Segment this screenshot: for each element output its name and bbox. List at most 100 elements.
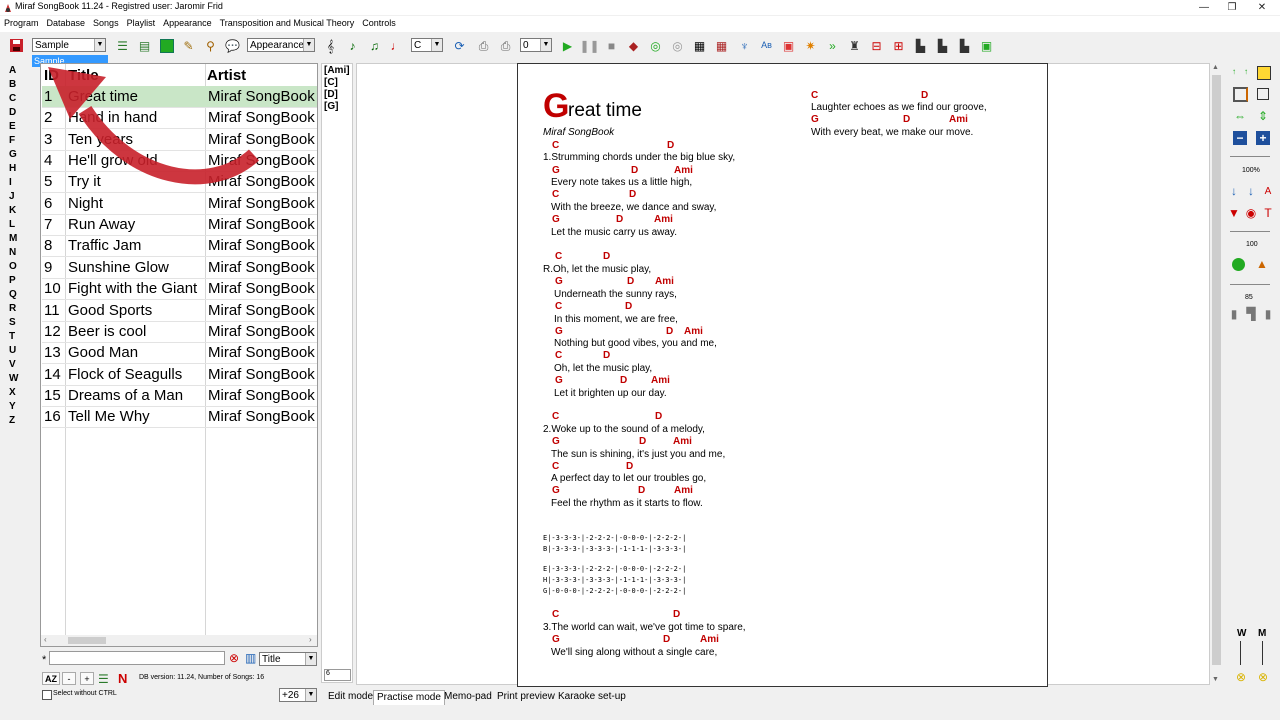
table-row[interactable]: 10 Fight with the Giant Miraf SongBook (42, 278, 317, 301)
decrease-button[interactable]: - (62, 672, 76, 685)
tab-print-preview[interactable]: Print preview (494, 690, 558, 704)
metronome-stand-icon[interactable]: ♜ (846, 37, 863, 54)
letter-w[interactable]: W (9, 373, 18, 384)
scroll-down-fast-icon[interactable]: ↓ (1243, 183, 1259, 199)
letter-i[interactable]: I (9, 177, 12, 188)
frame-alt-icon[interactable] (1255, 86, 1271, 102)
m-clear-icon[interactable]: ⊗ (1255, 669, 1271, 685)
list-detail-icon[interactable]: ▤ (136, 37, 153, 54)
chord-item[interactable]: [G] (324, 101, 338, 112)
letter-b[interactable]: B (9, 79, 16, 90)
green-square-icon[interactable] (158, 37, 175, 54)
grid-icon[interactable]: ▣ (780, 37, 797, 54)
menu-database[interactable]: Database (43, 16, 90, 32)
select-without-ctrl-checkbox[interactable] (42, 690, 52, 700)
chord-item[interactable]: [D] (324, 89, 338, 100)
tuning-fork-icon[interactable]: ♆ (736, 37, 753, 54)
transpose-up-icon[interactable]: ♩ (388, 37, 405, 54)
song-vertical-scrollbar[interactable]: ▲ ▼ (1211, 63, 1222, 687)
align-right-icon[interactable]: ▮ (1260, 306, 1276, 322)
search-field-select[interactable]: Title ▼ (259, 652, 317, 666)
arrow-up-small-icon[interactable]: ↑ (1238, 63, 1254, 79)
letter-x[interactable]: X (9, 387, 16, 398)
print-setup-icon[interactable]: ⎙ (497, 37, 514, 54)
plus-red-icon[interactable]: ⊞ (890, 37, 907, 54)
table-row[interactable]: 12 Beer is cool Miraf SongBook (42, 321, 317, 343)
pencil-icon[interactable]: ✎ (180, 37, 197, 54)
stop-icon[interactable]: ■ (603, 37, 620, 54)
record-dot-icon[interactable]: ◉ (1243, 205, 1259, 221)
scroll-down-speed-icon[interactable]: ↓ (1226, 183, 1242, 199)
new-song-icon[interactable]: N (118, 671, 127, 686)
menu-songs[interactable]: Songs (89, 16, 123, 32)
menu-playlist[interactable]: Playlist (123, 16, 160, 32)
close-button[interactable]: ✕ (1248, 0, 1276, 15)
table-row[interactable]: 16 Tell Me Why Miraf SongBook (42, 406, 317, 429)
memo-m3-icon[interactable]: ▙ (956, 37, 973, 54)
refresh-icon[interactable]: ⟳ (451, 37, 468, 54)
print-icon[interactable]: ⎙ (475, 37, 492, 54)
record-icon[interactable]: ◆ (625, 37, 642, 54)
letter-e[interactable]: E (9, 121, 16, 132)
scroll-down-icon[interactable]: ▼ (1212, 676, 1219, 683)
tab-karaoke-setup[interactable]: Karaoke set-up (555, 690, 629, 704)
table-row[interactable]: 11 Good Sports Miraf SongBook (42, 300, 317, 322)
green-dot-icon[interactable] (1230, 256, 1246, 272)
save-icon[interactable] (8, 37, 25, 54)
font-icon[interactable]: Aв (758, 37, 775, 54)
scroll-thumb[interactable] (68, 637, 106, 644)
letter-n[interactable]: N (9, 247, 16, 258)
tab-memo-pad[interactable]: Memo-pad (441, 690, 495, 704)
window-icon[interactable]: ▣ (978, 37, 995, 54)
letter-a[interactable]: A (9, 65, 16, 76)
scroll-right-icon[interactable]: › (309, 635, 312, 644)
align-left-icon[interactable]: ▮ (1226, 306, 1242, 322)
text-down-icon[interactable]: T (1260, 205, 1276, 221)
playlist-add-icon[interactable]: ☰ (98, 672, 109, 686)
letter-o[interactable]: O (9, 261, 17, 272)
disc-icon[interactable]: ◎ (669, 37, 686, 54)
letter-v[interactable]: V (9, 359, 16, 370)
metronome-small-icon[interactable]: ▲ (1254, 256, 1270, 272)
table-row[interactable]: 8 Traffic Jam Miraf SongBook (42, 235, 317, 258)
table-row[interactable]: 7 Run Away Miraf SongBook (42, 214, 317, 237)
tab-practise-mode[interactable]: Practise mode (373, 690, 445, 705)
frame-icon[interactable] (1232, 86, 1248, 102)
scroll-slider[interactable] (1230, 284, 1270, 285)
guitar-icon[interactable]: 𝄞 (322, 37, 339, 54)
transpose-down-icon[interactable]: ♪ (344, 37, 361, 54)
letter-u[interactable]: U (9, 345, 16, 356)
table-row[interactable]: 6 Night Miraf SongBook (42, 193, 317, 215)
record-stop-icon[interactable]: ▼ (1226, 205, 1242, 221)
menu-appearance[interactable]: Appearance (159, 16, 216, 32)
letter-l[interactable]: L (9, 219, 15, 230)
memo-m2-icon[interactable]: ▙ (934, 37, 951, 54)
clear-search-icon[interactable]: ⊗ (229, 651, 239, 665)
search-options-icon[interactable]: ▥ (245, 651, 256, 665)
chord-edit-icon[interactable]: ▦ (713, 37, 730, 54)
speech-bubble-icon[interactable]: 💬 (224, 37, 241, 54)
scroll-left-icon[interactable]: ‹ (44, 635, 47, 644)
m-slider[interactable] (1262, 641, 1263, 665)
horizontal-scrollbar[interactable]: ‹ › (41, 635, 317, 646)
search-input[interactable] (49, 651, 225, 665)
letter-h[interactable]: H (9, 163, 16, 174)
letter-y[interactable]: Y (9, 401, 16, 412)
table-row[interactable]: 14 Flock of Seagulls Miraf SongBook (42, 364, 317, 386)
scroll-up-icon[interactable]: ▲ (1212, 64, 1219, 71)
menu-transposition[interactable]: Transposition and Musical Theory (216, 16, 359, 32)
table-row[interactable]: 15 Dreams of a Man Miraf SongBook (42, 385, 317, 407)
metronome-icon[interactable]: ◎ (647, 37, 664, 54)
play-icon[interactable]: ▶ (559, 37, 576, 54)
chord-diagram-icon[interactable]: ▦ (691, 37, 708, 54)
restore-button[interactable]: ❐ (1218, 0, 1246, 15)
w-clear-icon[interactable]: ⊗ (1233, 669, 1249, 685)
pause-icon[interactable]: ❚❚ (579, 37, 599, 54)
note-icon[interactable]: ♫ (366, 37, 383, 54)
star-icon[interactable]: ✷ (802, 37, 819, 54)
menu-controls[interactable]: Controls (358, 16, 400, 32)
letter-k[interactable]: K (9, 205, 16, 216)
letter-z[interactable]: Z (9, 415, 15, 426)
speed-slider[interactable] (1230, 231, 1270, 232)
capo-select[interactable]: 0 ▼ (520, 38, 552, 52)
